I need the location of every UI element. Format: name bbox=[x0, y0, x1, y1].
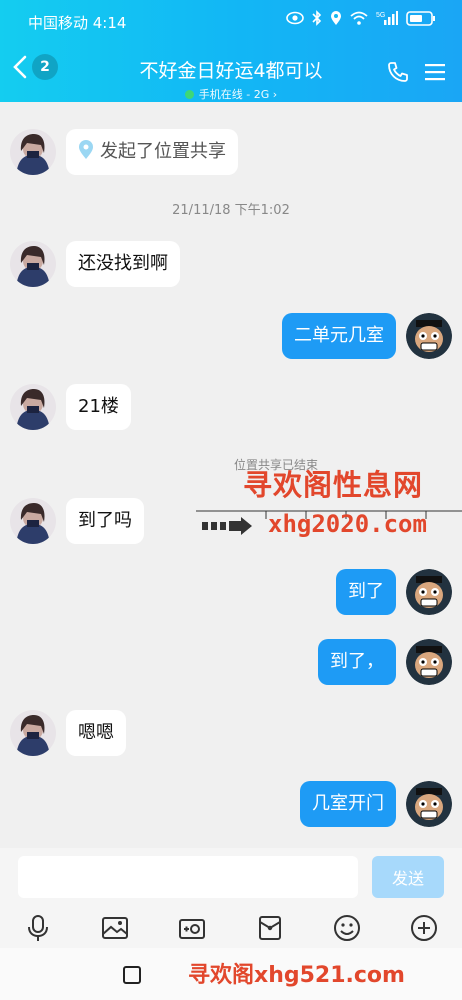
red-packet-icon bbox=[258, 916, 281, 940]
camera-icon bbox=[179, 919, 206, 939]
message-input[interactable] bbox=[18, 856, 358, 898]
message-incoming: 嗯嗯 bbox=[10, 710, 126, 756]
message-outgoing: 几室开门 bbox=[300, 781, 452, 827]
message-outgoing: 到了， bbox=[318, 639, 452, 685]
message-bubble[interactable]: 还没找到啊 bbox=[66, 241, 180, 287]
battery-icon bbox=[406, 10, 435, 26]
watermark-site-name: 寻欢阁性息网 bbox=[243, 468, 424, 502]
message-text: 发起了位置共享 bbox=[100, 141, 226, 162]
wifi-icon bbox=[350, 11, 368, 25]
contact-avatar[interactable] bbox=[10, 384, 56, 430]
microphone-icon bbox=[28, 915, 48, 941]
message-bubble[interactable]: 嗯嗯 bbox=[66, 710, 126, 756]
message-bubble[interactable]: 发起了位置共享 bbox=[66, 129, 238, 175]
message-text: 到了， bbox=[330, 651, 384, 672]
location-icon bbox=[331, 11, 341, 25]
message-bubble[interactable]: 二单元几室 bbox=[282, 313, 396, 359]
nav-actions bbox=[386, 60, 446, 84]
online-status: 手机在线 - 2G › bbox=[184, 86, 278, 102]
nav-bar: 2 不好金日好运4都可以 手机在线 - 2G › bbox=[0, 50, 462, 102]
online-status-text: 手机在线 - 2G › bbox=[198, 88, 278, 101]
voice-button[interactable] bbox=[23, 913, 53, 943]
my-avatar[interactable] bbox=[406, 639, 452, 685]
input-bar: 发送 bbox=[0, 848, 462, 908]
recents-square-icon[interactable] bbox=[123, 966, 141, 984]
my-avatar[interactable] bbox=[406, 781, 452, 827]
watermark-bottom: 寻欢阁xhg521.com bbox=[188, 963, 405, 988]
message-text: 几室开门 bbox=[312, 793, 384, 814]
image-icon bbox=[102, 917, 129, 939]
photo-button[interactable] bbox=[100, 913, 130, 943]
message-text: 二单元几室 bbox=[294, 325, 384, 346]
chat-header: 中国移动 4:14 5G 2 不好金日好运4都可以 手机在线 - 2G › bbox=[0, 0, 462, 102]
input-toolbar bbox=[0, 908, 462, 948]
contact-avatar[interactable] bbox=[10, 129, 56, 175]
menu-icon[interactable] bbox=[424, 62, 446, 82]
message-outgoing: 到了 bbox=[336, 569, 452, 615]
emoji-button[interactable] bbox=[332, 913, 362, 943]
message-bubble[interactable]: 几室开门 bbox=[300, 781, 396, 827]
message-text: 嗯嗯 bbox=[78, 722, 114, 743]
plus-circle-icon bbox=[410, 915, 437, 941]
signal-5g-icon: 5G bbox=[376, 11, 398, 25]
message-incoming: 到了吗 bbox=[10, 498, 144, 544]
message-bubble[interactable]: 到了 bbox=[336, 569, 396, 615]
eye-icon bbox=[286, 11, 304, 25]
red-packet-button[interactable] bbox=[255, 913, 285, 943]
contact-avatar[interactable] bbox=[10, 241, 56, 287]
message-text: 还没找到啊 bbox=[78, 253, 168, 274]
watermark-site-url: xhg2020.com bbox=[268, 510, 427, 538]
status-icons: 5G bbox=[286, 10, 436, 26]
carrier-time: 中国移动 4:14 bbox=[28, 14, 127, 32]
message-text: 21楼 bbox=[78, 396, 119, 417]
message-incoming: 发起了位置共享 bbox=[10, 129, 238, 175]
contact-avatar[interactable] bbox=[10, 710, 56, 756]
camera-button[interactable] bbox=[177, 913, 207, 943]
location-pin-icon bbox=[79, 140, 93, 159]
more-button[interactable] bbox=[409, 913, 439, 943]
send-button[interactable]: 发送 bbox=[372, 856, 444, 898]
message-text: 到了 bbox=[348, 581, 384, 602]
message-text: 到了吗 bbox=[78, 510, 132, 531]
contact-avatar[interactable] bbox=[10, 498, 56, 544]
online-dot-icon bbox=[184, 89, 194, 99]
my-avatar[interactable] bbox=[406, 569, 452, 615]
message-incoming: 21楼 bbox=[10, 384, 131, 430]
message-timestamp: 21/11/18 下午1:02 bbox=[172, 203, 290, 218]
message-outgoing: 二单元几室 bbox=[282, 313, 452, 359]
message-incoming: 还没找到啊 bbox=[10, 241, 180, 287]
emoji-icon bbox=[333, 915, 360, 941]
message-bubble[interactable]: 21楼 bbox=[66, 384, 131, 430]
network-label: 5G bbox=[376, 12, 385, 19]
my-avatar[interactable] bbox=[406, 313, 452, 359]
status-bar: 中国移动 4:14 5G bbox=[0, 0, 462, 42]
bluetooth-icon bbox=[312, 10, 322, 26]
phone-icon[interactable] bbox=[386, 60, 410, 84]
message-bubble[interactable]: 到了， bbox=[318, 639, 396, 685]
message-bubble[interactable]: 到了吗 bbox=[66, 498, 144, 544]
